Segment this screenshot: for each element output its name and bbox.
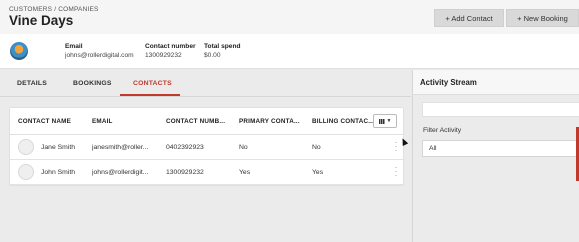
avatar (18, 164, 34, 180)
table-row[interactable]: John Smith johns@rollerdigit... 13009292… (10, 160, 403, 185)
activity-panel-header: Activity Stream (413, 70, 579, 95)
total-spend-value: $0.00 (204, 52, 221, 59)
total-spend-summary: Total spend $0.00 (204, 42, 241, 60)
contact-name: John Smith (41, 169, 76, 176)
billing-contact: Yes (312, 169, 324, 176)
billing-contact: No (312, 144, 321, 151)
filter-activity-select[interactable]: All (422, 140, 579, 157)
email-summary: Email johns@rollerdigital.com (65, 42, 134, 60)
breadcrumb[interactable]: CUSTOMERS / COMPANIES (9, 6, 99, 13)
column-header-email[interactable]: EMAIL (92, 118, 154, 125)
table-row[interactable]: Jane Smith janesmith@roller... 040239292… (10, 135, 403, 160)
activity-panel: Activity Stream Filter Activity All (412, 70, 579, 242)
contact-email: janesmith@roller... (92, 144, 149, 151)
new-booking-button[interactable]: + New Booking (506, 9, 579, 27)
more-options-icon[interactable]: · · · (393, 139, 399, 155)
table-header: CONTACT NAME EMAIL CONTACT NUMB... PRIMA… (10, 108, 403, 135)
tab-contacts[interactable]: CONTACTS (133, 80, 172, 87)
column-header-billing-contact[interactable]: BILLING CONTAC... (312, 118, 374, 125)
columns-icon (378, 118, 385, 124)
column-header-contact-number[interactable]: CONTACT NUMB... (166, 118, 228, 125)
contact-number-label: Contact number (145, 43, 196, 50)
company-logo (10, 42, 28, 60)
tab-details[interactable]: DETAILS (17, 80, 47, 87)
filter-activity-label: Filter Activity (423, 127, 462, 134)
tab-bar: DETAILS BOOKINGS CONTACTS (0, 70, 411, 97)
contacts-table: CONTACT NAME EMAIL CONTACT NUMB... PRIMA… (10, 108, 403, 185)
contact-email: johns@rollerdigit... (92, 169, 149, 176)
avatar (18, 139, 34, 155)
add-contact-button[interactable]: + Add Contact (434, 9, 504, 27)
activity-input[interactable] (422, 102, 579, 117)
more-options-icon[interactable]: · · · (393, 164, 399, 180)
column-picker-button[interactable]: ▼ (373, 114, 397, 128)
contact-number-value: 1300929232 (145, 52, 182, 59)
primary-contact: Yes (239, 169, 251, 176)
contact-number-summary: Contact number 1300929232 (145, 42, 196, 60)
tab-bookings[interactable]: BOOKINGS (73, 80, 112, 87)
column-header-contact-name[interactable]: CONTACT NAME (18, 118, 71, 125)
main-pane: DETAILS BOOKINGS CONTACTS CONTACT NAME E… (0, 70, 411, 242)
active-tab-indicator (120, 94, 180, 96)
contact-number: 1300929232 (166, 169, 204, 176)
total-spend-label: Total spend (204, 43, 241, 50)
customer-summary: Email johns@rollerdigital.com Contact nu… (0, 34, 579, 69)
contact-name: Jane Smith (41, 144, 76, 151)
email-summary-value: johns@rollerdigital.com (65, 52, 134, 59)
contact-number: 0402392923 (166, 144, 204, 151)
top-bar: CUSTOMERS / COMPANIES Vine Days + Add Co… (0, 0, 579, 34)
page-title: Vine Days (9, 13, 74, 28)
chevron-down-icon: ▼ (386, 118, 392, 124)
primary-contact: No (239, 144, 248, 151)
activity-stream-title: Activity Stream (420, 78, 477, 87)
column-header-primary-contact[interactable]: PRIMARY CONTA... (239, 118, 301, 125)
email-summary-label: Email (65, 43, 83, 50)
